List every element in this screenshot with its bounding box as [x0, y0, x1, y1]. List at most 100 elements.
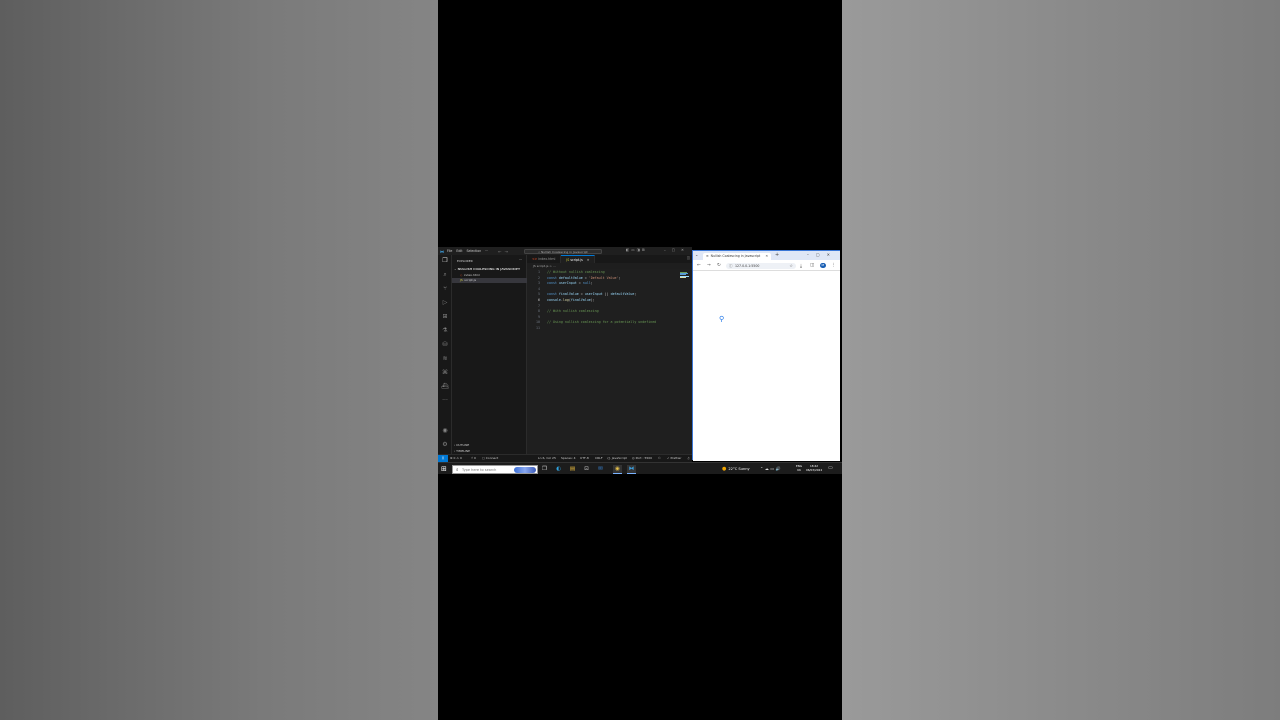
language-indicator[interactable]: ENG UK [796, 464, 802, 472]
chrome-window-controls[interactable]: –▢✕ [807, 252, 837, 257]
explorer-title: EXPLORER [457, 259, 473, 263]
weather-widget[interactable]: ● 22°C Sunny [722, 463, 750, 475]
code-editor[interactable]: 1// Without nullish coalescing 2 const def… [527, 269, 692, 454]
profile-avatar[interactable]: M [820, 262, 826, 268]
window-controls[interactable]: –▢✕ [664, 248, 690, 252]
tab-search-chevron-icon[interactable]: ⌄ [695, 252, 698, 257]
settings-gear-icon[interactable]: ⚙ [441, 441, 449, 449]
accounts-icon[interactable]: ◉ [441, 427, 449, 435]
menu-edit[interactable]: Edit [456, 249, 462, 253]
url-text: 127.0.0.1:5500 [735, 263, 760, 268]
page-content[interactable]: ⚲ [693, 271, 840, 461]
bookmark-star-icon[interactable]: ☆ [789, 263, 793, 269]
outline-section[interactable]: › OUTLINE [454, 443, 469, 447]
source-control-icon[interactable]: ⑂ [441, 285, 449, 293]
system-tray-icons[interactable]: ⌃☁▭🔊 [760, 463, 782, 475]
workspace-folder-label: NULLISH COALESCING IN JAVASCRIPT [457, 267, 520, 271]
database-icon[interactable]: ⛁ [441, 341, 449, 349]
extensions-icon[interactable]: ⊞ [441, 313, 449, 321]
taskbar-search-input[interactable] [462, 465, 514, 474]
more-icon[interactable]: ··· [441, 397, 449, 405]
editor-tabs: <> index.html JS script.js ✕ [527, 255, 692, 263]
blurred-background-left [0, 0, 438, 720]
microsoft-store-icon[interactable]: ⊡ [582, 465, 591, 474]
menu-file[interactable]: File [447, 249, 452, 253]
explorer-sidebar: EXPLORER ··· ⌄ NULLISH COALESCING IN JAV… [452, 255, 527, 454]
clock[interactable]: 18:42 06/03/2024 [806, 464, 823, 472]
search-icon: ⌕ [456, 467, 459, 473]
file-explorer-icon[interactable]: ▤ [568, 465, 577, 474]
notification-center-icon[interactable]: ▭ [828, 465, 833, 471]
globe-icon: ⊕ [706, 253, 709, 258]
language-region: UK [797, 467, 801, 472]
explorer-icon[interactable]: ❐ [441, 257, 449, 265]
code-token: ; [634, 292, 637, 297]
run-debug-icon[interactable]: ▷ [441, 299, 449, 307]
split-editor-icon[interactable]: ◫ [687, 256, 690, 260]
chrome-tab[interactable]: ⊕ Nullish Coalescing in Javascript ✕ [703, 252, 771, 261]
timeline-section[interactable]: › TIMELINE [454, 449, 470, 453]
chrome-window: ⌄ ⊕ Nullish Coalescing in Javascript ✕ + … [692, 250, 840, 461]
breadcrumb[interactable]: JS script.js > ... [533, 264, 556, 268]
file-label: index.html [463, 273, 480, 277]
kebab-menu-icon[interactable]: ⋮ [831, 263, 836, 268]
desktop: ⧓ File Edit Selection ··· ←→ ⌕ Nullish C… [438, 247, 842, 474]
forward-arrow-icon[interactable]: → [707, 263, 711, 268]
testing-icon[interactable]: ⚗ [441, 327, 449, 335]
command-center-search[interactable]: ⌕ Nullish Coalescing in Javascript [524, 248, 602, 254]
connect-label: Connect [485, 456, 499, 460]
explorer-more-icon[interactable]: ··· [519, 258, 522, 262]
close-icon[interactable]: ✕ [587, 258, 590, 262]
site-info-icon[interactable]: ⓘ [729, 263, 733, 269]
layers-icon[interactable]: ≋ [441, 355, 449, 363]
chrome-tab-strip: ⌄ ⊕ Nullish Coalescing in Javascript ✕ + … [693, 251, 840, 260]
tab-index-html[interactable]: <> index.html [527, 255, 562, 263]
blurred-background-right [842, 0, 1280, 720]
windows-taskbar: ⊞ ⌕ ❐ ◐ ▤ ⊡ ✉ ◉ ⧓ ●22°C Sunny ⌃☁▭🔊 ENG U… [438, 462, 842, 474]
code-token: // Using nullish coalescing for a potent… [547, 320, 657, 325]
code-token: const [547, 275, 559, 280]
code-token: finalValue [558, 292, 579, 297]
code-token: ; [590, 281, 593, 286]
address-bar[interactable]: ⓘ 127.0.0.1:5500 ☆ [726, 262, 796, 269]
activity-bar: ❐ ⌕ ⑂ ▷ ⊞ ⚗ ⛁ ≋ ⌘ ⛴ ··· ◉ ⚙ [438, 255, 452, 454]
minimap[interactable] [680, 272, 690, 280]
js-file-icon: JS [460, 278, 463, 282]
code-token: // Without nullish coalescing [547, 270, 605, 274]
reload-icon[interactable]: ↻ [717, 263, 721, 268]
layout-toggle-icons[interactable]: ◧▭◨⊞ [626, 248, 647, 252]
code-line[interactable]: 11 [527, 326, 547, 332]
file-script-js[interactable]: JS script.js [452, 278, 527, 283]
mail-icon[interactable]: ✉ [596, 465, 605, 474]
html-file-icon: ◇ [460, 273, 463, 277]
search-icon[interactable]: ⌕ [441, 271, 449, 279]
windows-start-icon[interactable]: ⊞ [441, 465, 447, 473]
python-icon[interactable]: ⌘ [441, 369, 449, 377]
video-frame: ⧓ File Edit Selection ··· ←→ ⌕ Nullish C… [438, 0, 842, 720]
code-token: userInput [558, 281, 577, 286]
back-arrow-icon[interactable]: ← [697, 263, 701, 268]
vscode-taskbar-icon[interactable]: ⧓ [627, 464, 636, 474]
menu-selection[interactable]: Selection [467, 249, 482, 253]
code-token: 'Default Value' [588, 275, 619, 280]
code-token: console [547, 298, 561, 302]
taskbar-search[interactable]: ⌕ [452, 464, 538, 474]
code-token: const [547, 292, 559, 297]
clock-date: 06/03/2024 [806, 467, 823, 472]
edge-icon[interactable]: ◐ [554, 465, 563, 474]
download-icon[interactable]: ⤓ [800, 263, 802, 269]
chrome-taskbar-icon[interactable]: ◉ [613, 464, 622, 474]
nav-arrows-icon[interactable]: ←→ [498, 249, 511, 254]
menu-more[interactable]: ··· [485, 249, 488, 253]
code-token: // With nullish coalescing [547, 309, 599, 314]
command-center-label: Nullish Coalescing in Javascript [540, 249, 588, 254]
tab-script-js[interactable]: JS script.js ✕ [561, 255, 596, 263]
port-label: Port : 5500 [635, 456, 653, 460]
task-view-icon[interactable]: ❐ [540, 465, 549, 474]
side-panel-icon[interactable]: ◫ [810, 263, 814, 268]
new-tab-plus-icon[interactable]: + [775, 252, 779, 258]
code-token: const [547, 281, 559, 286]
docker-icon[interactable]: ⛴ [441, 383, 449, 391]
close-tab-icon[interactable]: ✕ [765, 253, 768, 261]
workspace-folder[interactable]: ⌄ NULLISH COALESCING IN JAVASCRIPT [454, 267, 520, 271]
